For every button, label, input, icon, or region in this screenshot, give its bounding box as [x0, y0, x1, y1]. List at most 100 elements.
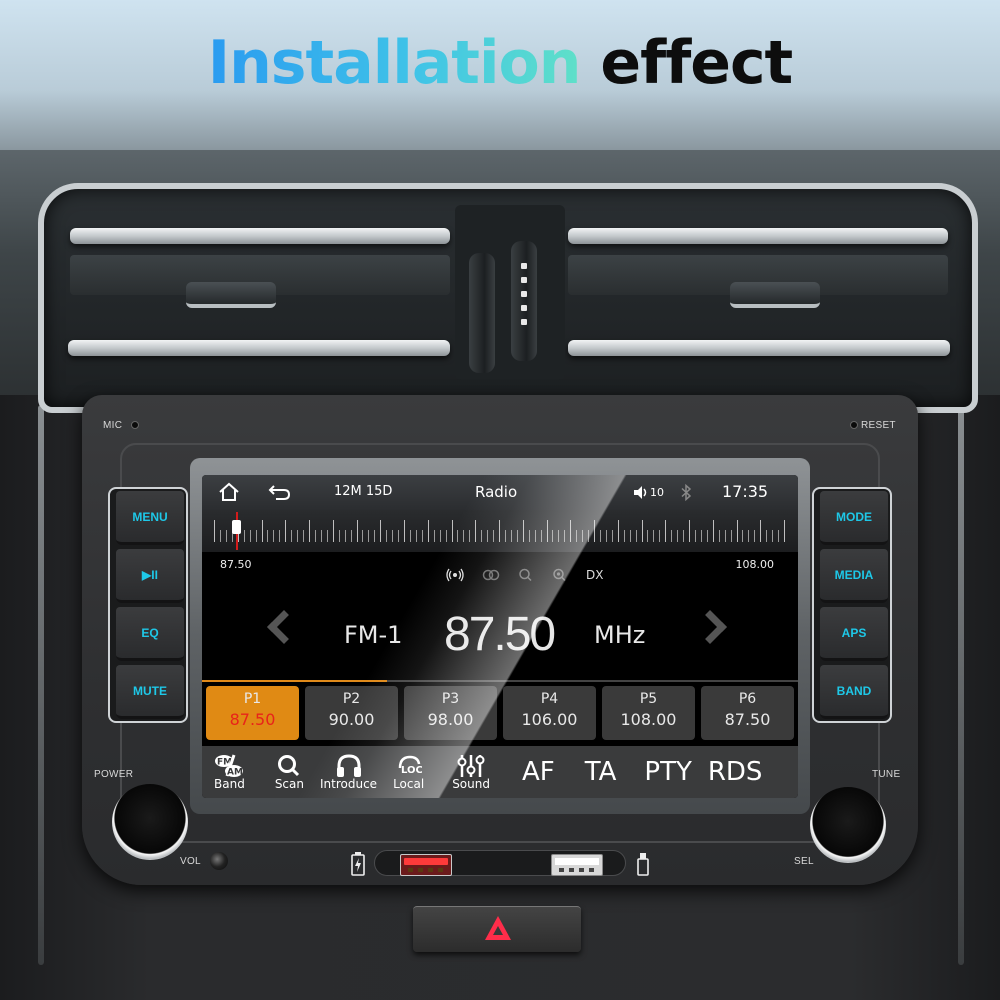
- local-function-button[interactable]: LOC Local: [393, 754, 424, 791]
- tuner-tick: [350, 530, 352, 542]
- tuner-tick: [558, 530, 560, 542]
- tune-knob[interactable]: [810, 787, 886, 863]
- screen-title: Radio: [475, 483, 518, 501]
- power-volume-knob[interactable]: [112, 784, 188, 860]
- preset-button-p4[interactable]: P4 106.00: [503, 686, 596, 740]
- search-icon: [519, 568, 532, 582]
- preset-button-p6[interactable]: P6 87.50: [701, 686, 794, 740]
- rds-button[interactable]: RDS: [708, 757, 763, 787]
- preset-name: P1: [243, 691, 262, 707]
- next-station-arrow[interactable]: [693, 610, 727, 644]
- ta-button[interactable]: TA: [585, 757, 617, 787]
- tuner-tick: [706, 530, 708, 542]
- tuner-tick: [653, 530, 655, 542]
- tuner-tick: [534, 530, 536, 542]
- hazard-button[interactable]: [413, 906, 581, 952]
- vent-adjust-tab[interactable]: [186, 282, 276, 308]
- tuner-tick: [659, 530, 661, 542]
- tuner-tick: [611, 530, 613, 542]
- tuner-tick: [332, 520, 334, 542]
- left-trim: [38, 405, 44, 965]
- scan-function-button[interactable]: Scan: [275, 754, 304, 791]
- back-icon[interactable]: [268, 483, 292, 501]
- tuner-tick: [249, 530, 251, 542]
- radio-screen: 12M 15D Radio 10 17:35 87.50 108.00 DX F…: [202, 475, 798, 798]
- band-function-label: Band: [214, 776, 245, 791]
- vent-indicator-dot: [521, 305, 527, 311]
- equalizer-icon: [457, 754, 485, 777]
- tuner-tick: [255, 530, 257, 542]
- usb-port-charging[interactable]: [400, 854, 452, 876]
- vent-wheel[interactable]: [469, 253, 495, 373]
- vent-adjust-tab[interactable]: [730, 282, 820, 308]
- vent-slat: [70, 228, 450, 244]
- tuner-tick: [291, 530, 293, 542]
- vent-indicator-dot: [521, 277, 527, 283]
- mode-button[interactable]: MODE: [820, 491, 888, 545]
- tuner-tick: [326, 530, 328, 542]
- tuner-tick: [772, 530, 774, 542]
- tuner-scale[interactable]: [202, 510, 798, 552]
- tuner-tick: [546, 520, 548, 542]
- tuner-tick: [730, 530, 732, 542]
- tuner-tick: [398, 530, 400, 542]
- aps-button[interactable]: APS: [820, 607, 888, 661]
- tuner-tick: [594, 520, 595, 542]
- media-button[interactable]: MEDIA: [820, 549, 888, 603]
- vent-slat: [568, 340, 950, 356]
- menu-button[interactable]: MENU: [116, 491, 184, 545]
- reset-hole[interactable]: [850, 421, 858, 429]
- preset-frequency: 87.50: [724, 710, 771, 729]
- tuner-tick: [451, 520, 453, 542]
- tuner-tick: [588, 530, 590, 542]
- tuner-tick: [694, 530, 696, 542]
- broadcast-icon: [446, 568, 464, 582]
- speaker-icon[interactable]: [633, 485, 649, 500]
- tuner-tick: [504, 530, 506, 542]
- function-bar: FM AM Band Scan Introduce LOC Local Soun…: [202, 746, 798, 798]
- tuner-tick: [457, 530, 459, 542]
- tuner-tick: [700, 530, 702, 542]
- af-button[interactable]: AF: [522, 757, 555, 787]
- preset-name: P3: [441, 691, 460, 707]
- right-trim: [958, 405, 964, 965]
- local-function-label: Local: [393, 776, 425, 791]
- band-button[interactable]: BAND: [820, 665, 888, 719]
- tuner-tick: [267, 530, 269, 542]
- tuner-tick: [499, 520, 500, 542]
- tuner-tick: [320, 530, 322, 542]
- power-label: POWER: [94, 769, 134, 780]
- tuner-tick: [445, 530, 447, 542]
- preset-button-p2[interactable]: P2 90.00: [305, 686, 398, 740]
- usb-port-data[interactable]: [551, 854, 603, 876]
- prev-station-arrow[interactable]: [267, 610, 301, 644]
- tuner-tick: [356, 520, 358, 542]
- tuner-handle[interactable]: [232, 520, 241, 534]
- headline-gradient-text: Installation: [207, 28, 582, 98]
- play-pause-button[interactable]: ▶II: [116, 549, 184, 603]
- sound-function-button[interactable]: Sound: [452, 754, 490, 791]
- sound-function-label: Sound: [452, 776, 490, 791]
- svg-text:LOC: LOC: [401, 765, 422, 776]
- vent-wheel[interactable]: [511, 241, 537, 361]
- vol-label: VOL: [180, 856, 201, 867]
- right-button-column: MODE MEDIA APS BAND: [812, 487, 892, 723]
- tuner-max-label: 108.00: [735, 558, 775, 571]
- tuner-tick: [748, 530, 750, 542]
- tuner-tick: [712, 520, 714, 542]
- band-function-button[interactable]: FM AM Band: [214, 754, 245, 791]
- tuner-tick: [243, 530, 245, 542]
- preset-frequency: 106.00: [521, 710, 578, 729]
- tuner-tick: [540, 530, 542, 542]
- date-text: 12M 15D: [334, 484, 393, 499]
- tuner-tick: [285, 520, 287, 542]
- mute-button[interactable]: MUTE: [116, 665, 184, 719]
- preset-button-p5[interactable]: P5 108.00: [602, 686, 695, 740]
- pty-button[interactable]: PTY: [644, 757, 691, 787]
- preset-button-p1[interactable]: P1 87.50: [206, 686, 299, 740]
- preset-button-p3[interactable]: P3 98.00: [404, 686, 497, 740]
- eq-button[interactable]: EQ: [116, 607, 184, 661]
- tuner-tick: [214, 520, 215, 542]
- introduce-function-button[interactable]: Introduce: [320, 753, 377, 791]
- home-icon[interactable]: [218, 482, 240, 502]
